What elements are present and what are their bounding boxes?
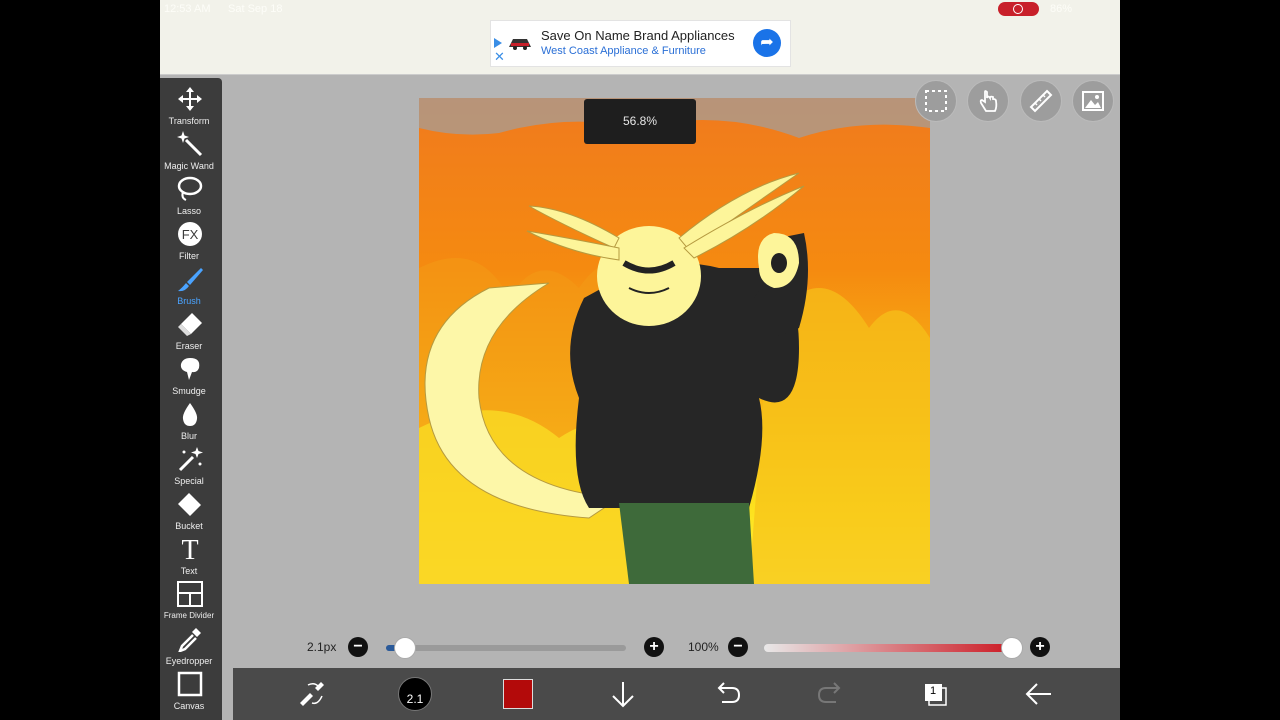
canvas-square-icon xyxy=(177,671,203,697)
hand-touch-icon xyxy=(979,90,998,112)
eyedropper-icon xyxy=(178,628,201,652)
tool-label: Canvas xyxy=(173,701,205,711)
tool-label: Frame Divider xyxy=(163,611,215,620)
tool-label: Eyedropper xyxy=(165,656,213,666)
tool-eyedropper[interactable]: Eyedropper xyxy=(160,626,218,671)
frame-divider-icon xyxy=(177,581,203,607)
tool-lasso[interactable]: Lasso xyxy=(160,176,218,221)
fx-icon: FX xyxy=(178,222,202,246)
touch-mode-button[interactable] xyxy=(967,80,1009,122)
brush-eraser-swap-icon xyxy=(300,682,324,706)
reference-image-button[interactable] xyxy=(1072,80,1114,122)
ad-banner-area: ✕ Save On Name Brand Appliances West Coa… xyxy=(160,18,1120,75)
brush-size-slider[interactable] xyxy=(386,637,626,659)
redo-button[interactable] xyxy=(809,668,853,720)
status-time: 12:53 AM xyxy=(164,3,211,15)
ad-headline[interactable]: Save On Name Brand Appliances xyxy=(541,28,735,43)
play-triangle-icon[interactable] xyxy=(494,38,502,48)
move-arrows-icon xyxy=(178,87,202,111)
arrow-down-icon xyxy=(612,682,634,708)
selection-button[interactable] xyxy=(915,80,957,122)
tool-brush[interactable]: Brush xyxy=(160,266,218,311)
ibispaint-screen: 12:53 AM Sat Sep 18 86% ✕ Save On Name B… xyxy=(160,0,1120,720)
back-button[interactable] xyxy=(1017,668,1061,720)
undo-button[interactable] xyxy=(705,668,749,720)
ad-banner[interactable]: ✕ Save On Name Brand Appliances West Coa… xyxy=(490,20,791,67)
ruler-icon xyxy=(1029,89,1053,113)
opacity-minus-button[interactable]: − xyxy=(728,637,748,657)
current-color-swatch xyxy=(503,679,533,709)
tool-label: Smudge xyxy=(172,386,206,396)
svg-text:T: T xyxy=(181,536,198,562)
screen-recording-indicator xyxy=(998,2,1039,16)
zoom-readout: 56.8% xyxy=(584,99,696,144)
brush-size-preview: 2.1 xyxy=(398,677,432,711)
opacity-slider[interactable] xyxy=(764,637,1023,659)
undo-icon xyxy=(717,682,741,703)
tool-filter[interactable]: FX Filter xyxy=(160,221,218,266)
brush-settings-button[interactable]: 2.1 xyxy=(393,668,437,720)
bucket-icon xyxy=(178,493,201,516)
drop-icon xyxy=(182,403,198,426)
opacity-value: 100% xyxy=(688,640,719,654)
status-date: Sat Sep 18 xyxy=(228,3,283,15)
opacity-thumb[interactable] xyxy=(1001,637,1023,659)
tool-label: Special xyxy=(174,476,204,486)
opacity-plus-button[interactable]: + xyxy=(1030,637,1050,657)
brush-size-value: 2.1px xyxy=(307,640,337,654)
brush-size-thumb[interactable] xyxy=(394,637,417,659)
layers-button[interactable]: 1 xyxy=(913,668,957,720)
advertiser-logo xyxy=(509,39,531,50)
tool-label: Text xyxy=(180,566,198,576)
tool-magic-wand[interactable]: Magic Wand xyxy=(160,131,218,176)
brush-icon xyxy=(178,268,203,292)
image-icon xyxy=(1082,91,1104,111)
tool-text[interactable]: T Text xyxy=(160,536,218,581)
record-icon xyxy=(1013,4,1023,14)
tool-palette: Transform Magic Wand Lasso FX Filter Bru… xyxy=(160,78,222,720)
eraser-icon xyxy=(178,313,202,336)
download-button[interactable] xyxy=(601,668,645,720)
tool-smudge[interactable]: Smudge xyxy=(160,356,218,401)
ruler-button[interactable] xyxy=(1020,80,1062,122)
tool-label: Transform xyxy=(168,116,210,126)
tool-special[interactable]: Special xyxy=(160,446,218,491)
magic-wand-icon xyxy=(177,131,203,157)
tool-label: Magic Wand xyxy=(164,161,214,171)
smudge-icon xyxy=(180,358,200,380)
tool-label: Blur xyxy=(180,431,197,441)
close-icon[interactable]: ✕ xyxy=(494,50,505,63)
tool-bucket[interactable]: Bucket xyxy=(160,491,218,536)
size-plus-button[interactable]: + xyxy=(644,637,664,657)
ad-advertiser[interactable]: West Coast Appliance & Furniture xyxy=(541,45,706,57)
tool-label: Brush xyxy=(177,296,201,306)
size-minus-button[interactable]: − xyxy=(348,637,368,657)
svg-text:FX: FX xyxy=(182,227,199,242)
bottom-toolbar: 2.1 1 xyxy=(233,668,1120,720)
arrow-left-icon xyxy=(1025,683,1051,705)
directions-arrow-icon[interactable]: ➦ xyxy=(753,29,781,57)
redo-icon xyxy=(817,682,841,703)
dashed-selection-icon xyxy=(925,90,947,112)
tool-transform[interactable]: Transform xyxy=(160,86,218,131)
tool-blur[interactable]: Blur xyxy=(160,401,218,446)
color-button[interactable] xyxy=(497,668,541,720)
layer-count: 1 xyxy=(930,685,937,697)
tool-label: Eraser xyxy=(175,341,203,351)
status-bar: 12:53 AM Sat Sep 18 86% xyxy=(160,0,1120,18)
lasso-icon xyxy=(177,176,203,201)
tool-label: Bucket xyxy=(175,521,203,531)
tool-frame-divider[interactable]: Frame Divider xyxy=(160,581,218,626)
sparkle-wand-icon xyxy=(178,447,203,472)
text-t-icon: T xyxy=(181,536,198,562)
battery-percent: 86% xyxy=(1050,3,1073,15)
tool-label: Lasso xyxy=(176,206,202,216)
brush-sliders: 2.1px − + 100% − + xyxy=(290,635,1070,661)
tool-label: Filter xyxy=(179,251,199,261)
tool-eraser[interactable]: Eraser xyxy=(160,311,218,356)
brush-eraser-toggle-button[interactable] xyxy=(289,668,333,720)
drawing-canvas[interactable] xyxy=(419,98,930,584)
tool-canvas[interactable]: Canvas xyxy=(160,671,218,716)
